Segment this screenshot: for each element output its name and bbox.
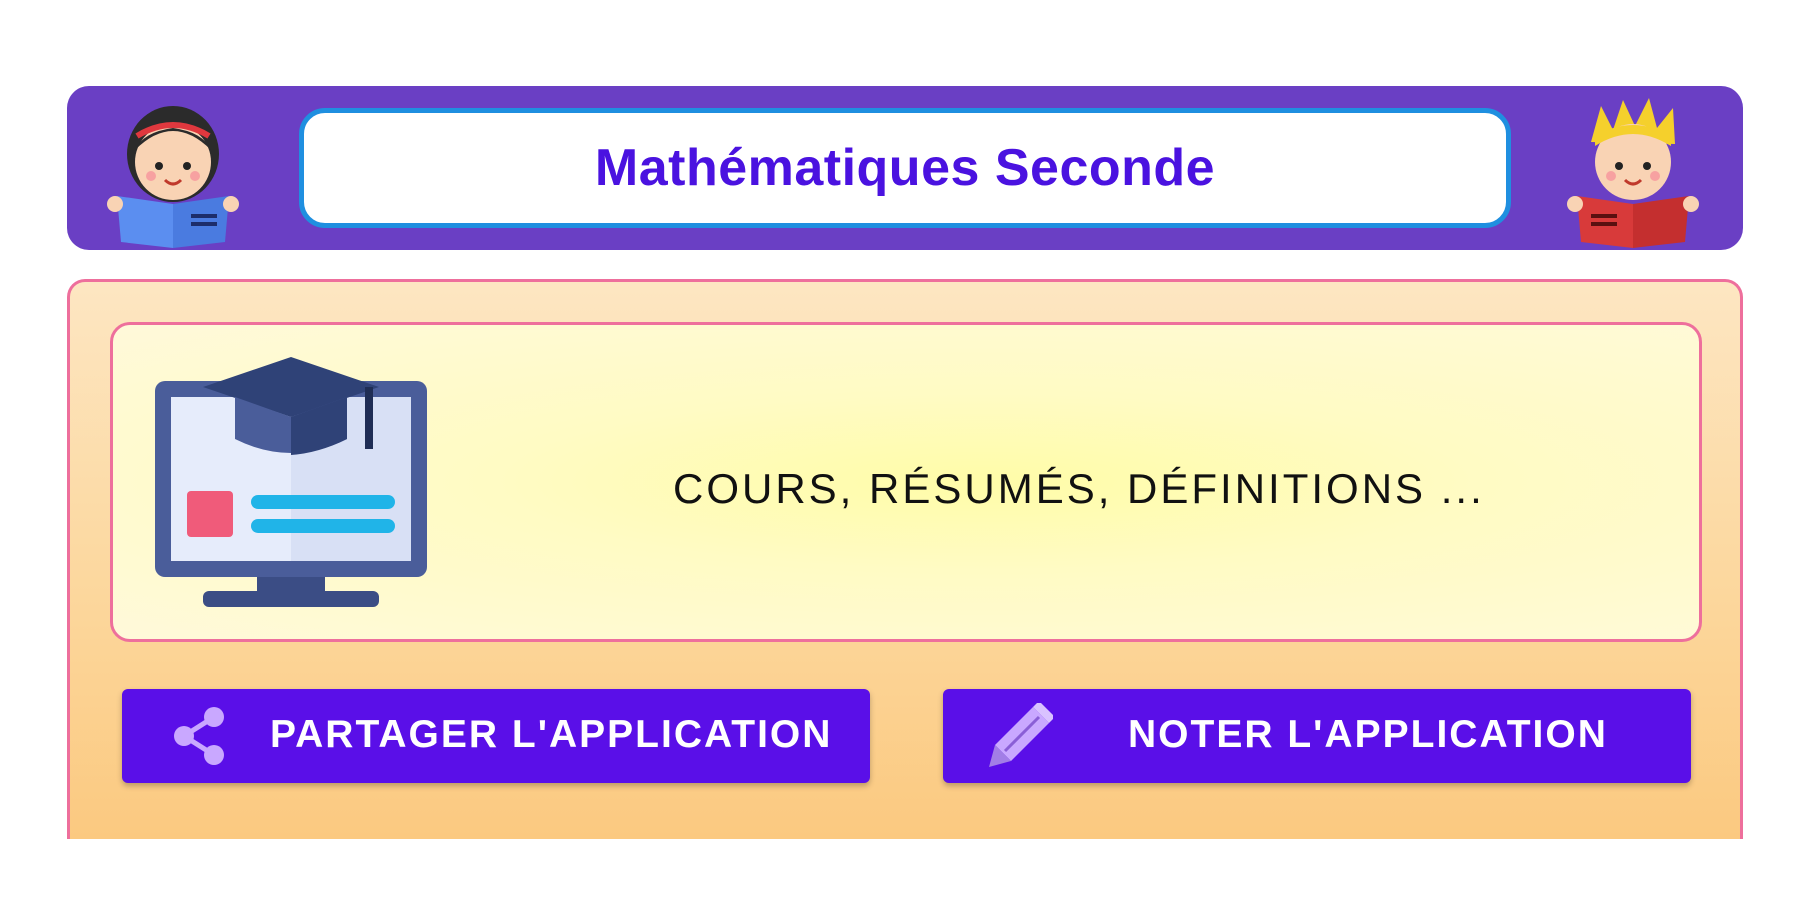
boy-reading-book-icon xyxy=(1567,98,1699,248)
app-header: Mathématiques Seconde xyxy=(67,86,1743,250)
girl-reading-book-icon xyxy=(107,106,239,248)
title-box: Mathématiques Seconde xyxy=(299,108,1511,228)
rate-app-button[interactable]: NOTER L'APPLICATION xyxy=(943,689,1691,783)
course-card[interactable]: COURS, RÉSUMÉS, DÉFINITIONS ... xyxy=(110,322,1702,642)
pencil-icon xyxy=(989,703,1053,767)
main-panel: COURS, RÉSUMÉS, DÉFINITIONS ... PARTAGER… xyxy=(67,279,1743,839)
card-label: COURS, RÉSUMÉS, DÉFINITIONS ... xyxy=(673,465,1485,512)
graduation-monitor-icon xyxy=(155,357,427,607)
rate-button-label: NOTER L'APPLICATION xyxy=(1128,713,1608,756)
share-icon xyxy=(174,707,224,765)
share-button-label: PARTAGER L'APPLICATION xyxy=(270,713,833,756)
share-app-button[interactable]: PARTAGER L'APPLICATION xyxy=(122,689,870,783)
app-title: Mathématiques Seconde xyxy=(594,139,1216,197)
